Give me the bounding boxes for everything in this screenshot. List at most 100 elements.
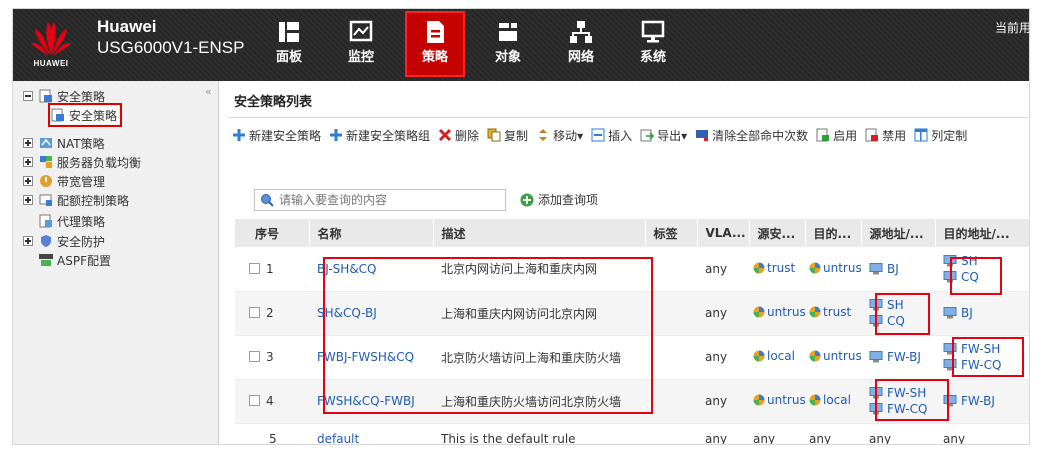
nav-tab-network[interactable]: 网络 [553,13,609,75]
expand-toggle-icon[interactable] [23,157,33,167]
column-header-no[interactable]: 序号 [235,219,310,247]
copy-button[interactable]: 复制 [487,127,528,144]
sidebar-item-proxy-policy[interactable]: 代理策略 [39,212,105,230]
address-object[interactable]: FW-BJ [943,393,1029,409]
new-policy-button[interactable]: 新建安全策略 [232,127,321,144]
address-link[interactable]: FW-CQ [961,357,1001,373]
address-link[interactable]: CQ [961,269,979,285]
address-link[interactable]: BJ [961,305,973,321]
policy-name-link[interactable]: FWBJ-FWSH&CQ [317,350,414,364]
delete-button[interactable]: 删除 [438,127,479,144]
nav-tab-objects[interactable]: 对象 [480,13,536,75]
column-header-source-zone[interactable]: 源安... [749,219,806,247]
address-object[interactable]: BJ [869,261,935,277]
nav-tab-policy[interactable]: 策略 [405,11,465,77]
table-row[interactable]: 5 default This is the default rule any any an… [235,423,1029,444]
address-object[interactable]: FW-BJ [869,349,935,365]
sidebar-item-bandwidth-management[interactable]: 带宽管理 [23,172,105,190]
row-checkbox[interactable] [249,262,260,274]
zone-link[interactable]: trust [823,305,851,319]
expand-toggle-icon[interactable] [23,176,33,186]
expand-toggle-icon[interactable] [23,195,33,205]
table-row[interactable]: 1 BJ-SH&CQ 北京内网访问上海和重庆内网 any trust untrust BJ S… [235,247,1029,292]
column-header-description[interactable]: 描述 [433,219,646,247]
column-header-destination-zone[interactable]: 目的... [805,219,862,247]
address-object[interactable]: FW-SH [943,341,1029,357]
zone-object[interactable]: untrust [753,305,805,319]
address-link[interactable]: BJ [887,261,899,277]
row-checkbox[interactable] [249,395,260,406]
nav-tab-dashboard[interactable]: 面板 [261,13,317,75]
sidebar-collapse-button[interactable]: « [205,85,212,98]
policy-name-link[interactable]: default [317,432,359,444]
sidebar-item-security-policy[interactable]: 安全策略 [47,103,123,127]
address-object[interactable]: FW-SH [869,385,935,401]
insert-button[interactable]: 插入 [591,127,632,144]
address-link[interactable]: SH [961,253,978,269]
zone-link[interactable]: untrust [767,393,805,407]
nav-tab-monitor[interactable]: 监控 [333,13,389,75]
zone-link[interactable]: local [767,349,795,363]
column-header-tag[interactable]: 标签 [645,219,698,247]
address-link[interactable]: FW-BJ [887,349,921,365]
table-row[interactable]: 3 FWBJ-FWSH&CQ 北京防火墙访问上海和重庆防火墙 any local untr… [235,335,1029,380]
sidebar-item-server-load-balancing[interactable]: 服务器负载均衡 [23,153,141,171]
table-row[interactable]: 4 FWSH&CQ-FWBJ 上海和重庆防火墙访问北京防火墙 any untrust lo… [235,379,1029,424]
address-object[interactable]: SH [869,297,935,313]
column-header-name[interactable]: 名称 [309,219,434,247]
collapse-toggle-icon[interactable] [23,91,33,101]
address-object[interactable]: FW-CQ [869,401,935,417]
zone-object[interactable]: untrust [809,349,861,363]
policy-name-link[interactable]: SH&CQ-BJ [317,306,377,320]
enable-button[interactable]: 启用 [816,127,857,144]
zone-object[interactable]: untrust [753,393,805,407]
address-object[interactable]: CQ [943,269,1029,285]
expand-toggle-icon[interactable] [23,138,33,148]
address-link[interactable]: FW-CQ [887,401,927,417]
zone-object[interactable]: local [809,393,851,407]
policy-name-link[interactable]: BJ-SH&CQ [317,262,377,276]
sidebar-item-security-protection[interactable]: 安全防护 [23,232,105,250]
address-link[interactable]: CQ [887,313,905,329]
zone-link[interactable]: trust [767,261,795,275]
zone-object[interactable]: trust [809,305,851,319]
address-link[interactable]: FW-SH [887,385,926,401]
disable-button[interactable]: 禁用 [865,127,906,144]
move-button[interactable]: 移动▾ [536,127,583,144]
address-link[interactable]: SH [887,297,904,313]
sidebar-item-nat-policy[interactable]: NAT策略 [23,134,105,152]
add-query-button[interactable]: 添加查询项 [520,191,598,208]
table-row[interactable]: 2 SH&CQ-BJ 上海和重庆内网访问北京内网 any untrust trust SHC… [235,291,1029,336]
zone-object[interactable]: local [753,349,795,363]
row-checkbox[interactable] [249,351,260,362]
address-object[interactable]: CQ [869,313,935,329]
export-button[interactable]: 导出▾ [640,127,687,144]
nav-tab-label: 面板 [275,50,302,65]
expand-toggle-icon[interactable] [23,236,33,246]
sidebar-item-quota-control[interactable]: 配额控制策略 [23,191,129,209]
address-object[interactable]: SH [943,253,1029,269]
clear-hit-count-button[interactable]: 清除全部命中次数 [695,127,808,144]
column-header-source-address[interactable]: 源地址/... [861,219,936,247]
new-policy-group-button[interactable]: 新建安全策略组 [329,127,430,144]
zone-link[interactable]: untrust [823,261,861,275]
sidebar-item-aspf-config[interactable]: ASPF配置 [39,251,111,269]
load-balance-icon [40,156,52,168]
address-link[interactable]: FW-BJ [961,393,995,409]
zone-object[interactable]: trust [753,261,795,275]
column-customize-button[interactable]: 列定制 [914,127,967,144]
column-header-destination-address[interactable]: 目的地址/... [935,219,1029,247]
zone-object[interactable]: untrust [809,261,861,275]
sidebar-item-security-policy-group[interactable]: 安全策略 [23,87,105,105]
nav-tab-system[interactable]: 系统 [625,13,681,75]
address-link[interactable]: FW-SH [961,341,1000,357]
column-header-vlan[interactable]: VLA... [697,219,750,247]
policy-name-link[interactable]: FWSH&CQ-FWBJ [317,394,415,408]
zone-link[interactable]: local [823,393,851,407]
zone-link[interactable]: untrust [767,305,805,319]
search-input[interactable] [254,189,506,211]
address-object[interactable]: FW-CQ [943,357,1029,373]
address-object[interactable]: BJ [943,305,1029,321]
row-checkbox[interactable] [249,307,260,318]
zone-link[interactable]: untrust [823,349,861,363]
